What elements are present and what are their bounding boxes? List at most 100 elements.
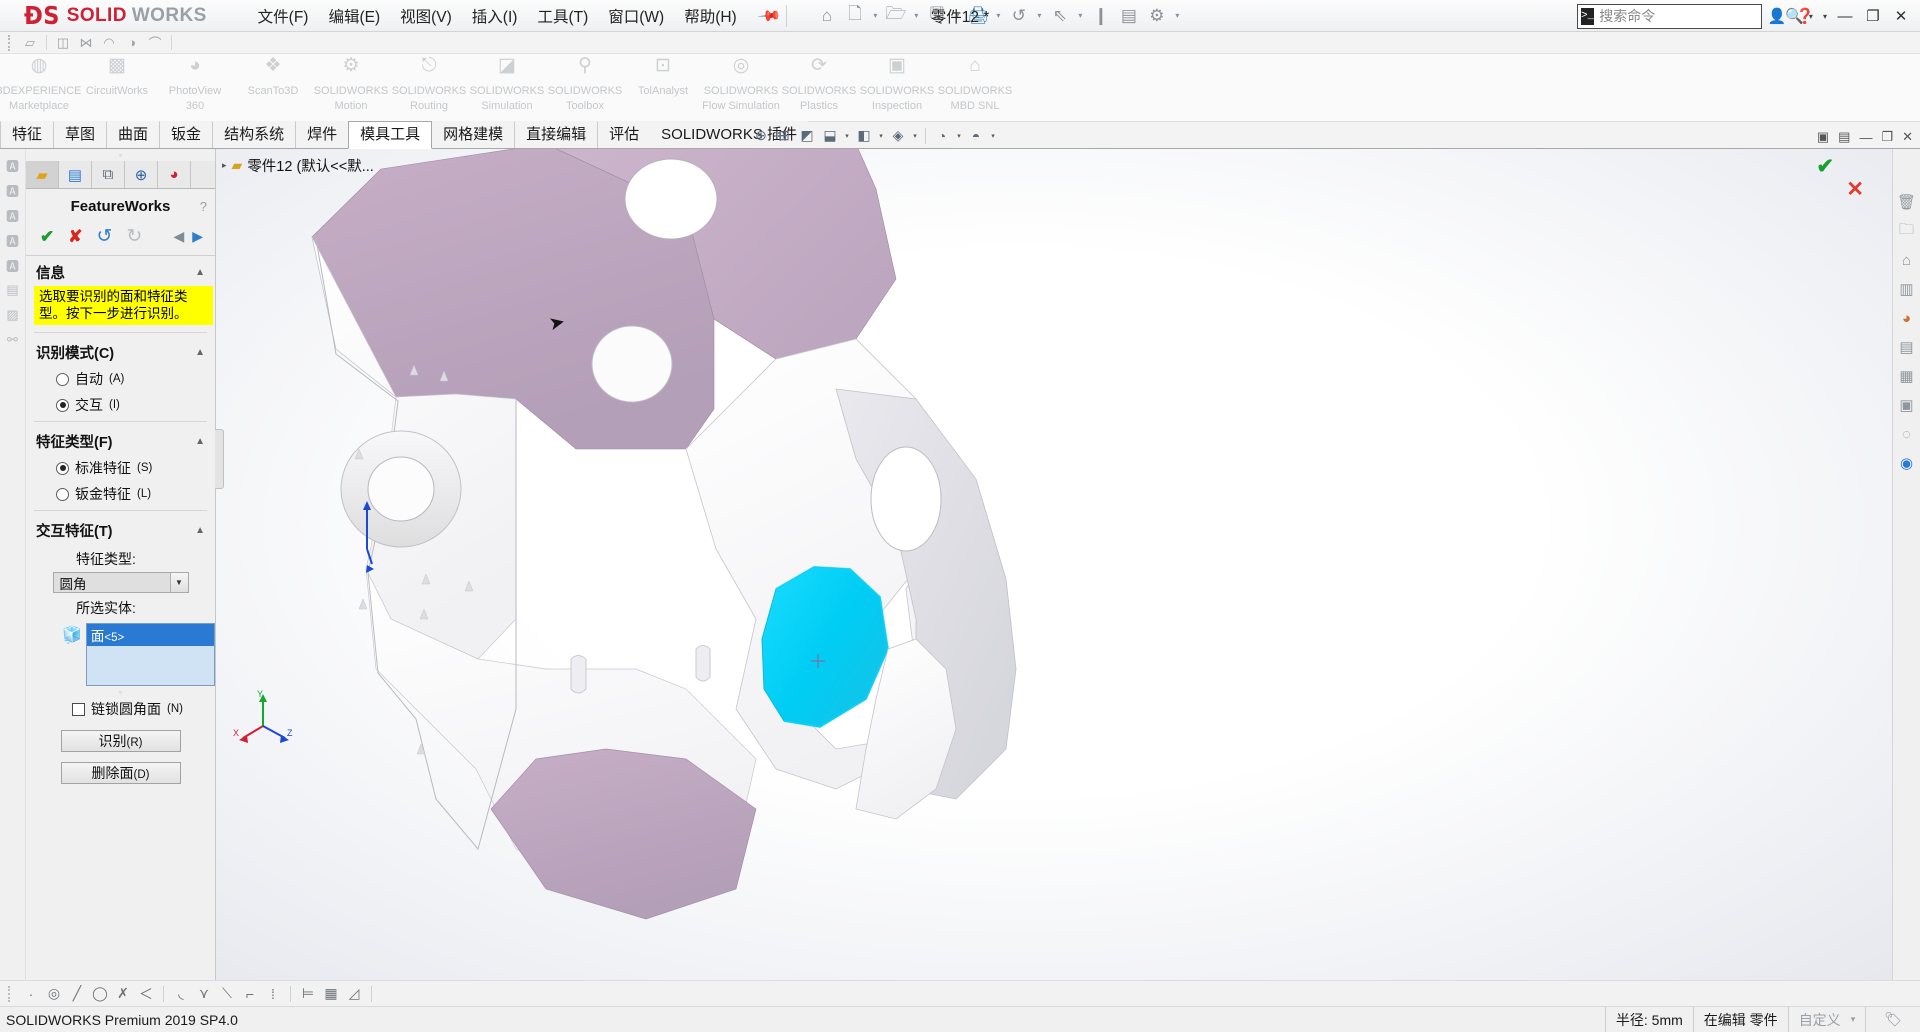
status-custom[interactable]: 自定义 ▾ — [1788, 1007, 1866, 1032]
select-arrow-icon[interactable]: ⇖ — [1046, 3, 1073, 29]
viewport-confirm-cancel[interactable]: ✕ — [1846, 177, 1864, 202]
menu-tools[interactable]: 工具(T) — [528, 1, 597, 31]
viewport-restore-icon[interactable]: ❐ — [1879, 129, 1895, 145]
display-style-caret-icon[interactable]: ▾ — [876, 132, 886, 140]
display-manager-tab[interactable]: ◕ — [158, 161, 191, 188]
file-properties-icon[interactable]: ▤ — [1115, 3, 1142, 29]
viewport-minimize-icon[interactable]: — — [1857, 130, 1874, 145]
user-account-icon[interactable]: 👤 — [1764, 3, 1790, 29]
help-question-icon[interactable]: ❓ — [1792, 3, 1818, 29]
menu-window[interactable]: 窗口(W) — [599, 1, 673, 31]
datum-feature-icon[interactable]: 🅰 — [3, 255, 23, 275]
panel-drag-handle-top[interactable]: ◦ — [26, 149, 215, 161]
addin-solidworks-inspection[interactable]: ▣ SOLIDWORKS Inspection — [858, 60, 936, 112]
lights-icon[interactable]: ▦ — [1896, 365, 1918, 387]
parting-surface-icon[interactable]: ◠ — [98, 33, 120, 52]
trim-icon[interactable]: ◿ — [343, 983, 365, 1004]
scene-icon[interactable]: ◓ — [965, 125, 987, 146]
addin-tolanalyst[interactable]: ⊡ TolAnalyst — [624, 60, 702, 100]
dimxpert-manager-tab[interactable]: ⊕ — [125, 161, 158, 188]
radio-sheetmetal-feature[interactable]: 钣金特征 (L) — [26, 481, 215, 507]
panel-drag-handle-bottom[interactable]: ◦ — [26, 686, 215, 697]
weld-symbol-icon[interactable]: 🅰 — [3, 230, 23, 250]
addin-solidworks-routing[interactable]: ⎋ SOLIDWORKS Routing — [390, 60, 468, 112]
ellipse-icon[interactable]: ◯ — [89, 983, 111, 1004]
surface-finish-icon[interactable]: 🅰 — [3, 205, 23, 225]
display-style-icon[interactable]: ◧ — [853, 125, 875, 146]
tab-features[interactable]: 特征 — [0, 121, 54, 148]
shutoff-surface-icon[interactable]: ⋈ — [75, 33, 97, 52]
new-document-caret-icon[interactable]: ▾ — [869, 11, 881, 20]
radio-interactive[interactable]: 交互 (I) — [26, 392, 215, 418]
feature-type-dropdown[interactable]: 圆角 ▼ — [53, 572, 189, 593]
selection-list[interactable]: 面<5> — [86, 623, 215, 686]
undo-button[interactable]: ↺ — [97, 225, 113, 248]
search-box[interactable]: >_ 🔍 ▾ — [1577, 4, 1762, 29]
cancel-button[interactable]: ✘ — [68, 227, 82, 247]
addin-solidworks-mbd-snl[interactable]: ⌂ SOLIDWORKS MBD SNL — [936, 60, 1014, 112]
menu-file[interactable]: 文件(F) — [249, 1, 318, 31]
configuration-manager-tab[interactable]: ⧉ — [92, 161, 125, 188]
open-caret-icon[interactable]: ▾ — [910, 11, 922, 20]
tab-evaluate[interactable]: 评估 — [597, 121, 651, 148]
addin-solidworks-flow-simulation[interactable]: ◎ SOLIDWORKS Flow Simulation — [702, 60, 780, 112]
cameras-icon[interactable]: ▣ — [1896, 394, 1918, 416]
line-icon[interactable]: ╱ — [66, 983, 88, 1004]
radio-standard-feature[interactable]: 标准特征 (S) — [26, 455, 215, 481]
point-icon[interactable]: · — [20, 983, 42, 1004]
chamfer-icon[interactable]: ⋎ — [193, 983, 215, 1004]
minimize-button[interactable]: — — [1832, 3, 1858, 29]
part-model-3d[interactable]: Y X Z — [216, 149, 1546, 980]
zoom-area-icon[interactable]: ⊞ — [773, 125, 795, 146]
walk-through-icon[interactable]: ◌ — [1896, 423, 1918, 445]
addin-3dexperience-marketplace[interactable]: ◍ 3DEXPERIENCE Marketplace — [0, 60, 78, 112]
open-file-icon[interactable]: 🗀 — [1896, 220, 1918, 242]
list-item[interactable]: 面<5> — [87, 624, 214, 646]
menu-insert[interactable]: 插入(I) — [463, 1, 527, 31]
note-icon[interactable]: 🅰 — [3, 155, 23, 175]
appearances-icon[interactable]: ▥ — [1896, 278, 1918, 300]
home-view-icon[interactable]: ⌂ — [1896, 249, 1918, 271]
status-tag-area[interactable]: 🏷 — [1865, 1007, 1920, 1032]
hide-show-caret-icon[interactable]: ▾ — [910, 132, 920, 140]
recognition-mode-header[interactable]: 识别模式(C) ▲ — [26, 336, 215, 366]
help-caret-icon[interactable]: ▾ — [1820, 12, 1830, 21]
pm-help-icon[interactable]: ? — [200, 199, 207, 214]
feature-manager-tab[interactable]: ▰ — [26, 161, 59, 188]
back-button[interactable]: ◀ — [173, 228, 184, 245]
undo-icon[interactable]: ↺ — [1005, 3, 1032, 29]
addin-solidworks-simulation[interactable]: ◪ SOLIDWORKS Simulation — [468, 60, 546, 112]
addin-solidworks-toolbox[interactable]: ⚲ SOLIDWORKS Toolbox — [546, 60, 624, 112]
rectangle-icon[interactable]: ⌐ — [239, 983, 261, 1004]
ok-button[interactable]: ✔ — [40, 227, 54, 247]
tab-weldments[interactable]: 焊件 — [295, 121, 349, 148]
dowel-symbol-icon[interactable]: ⚯ — [3, 330, 23, 350]
addin-photoview-360[interactable]: ◕ PhotoView 360 — [156, 60, 234, 112]
tab-direct-editing[interactable]: 直接编辑 — [514, 121, 598, 148]
hide-show-items-icon[interactable]: ◈ — [887, 125, 909, 146]
options-gear-icon[interactable]: ⚙ — [1143, 3, 1170, 29]
select-caret-icon[interactable]: ▾ — [1074, 11, 1086, 20]
model-selected-fillet-face[interactable] — [762, 567, 888, 727]
close-button[interactable]: ✕ — [1888, 3, 1914, 29]
mold-cavity-icon[interactable]: ▱ — [19, 33, 41, 52]
print-icon[interactable]: 🖨 — [964, 3, 991, 29]
chevron-down-icon[interactable]: ▾ — [1851, 1014, 1856, 1025]
expander-icon[interactable]: ▸ — [222, 160, 227, 171]
toolbar-grip[interactable] — [8, 35, 14, 51]
decals-icon[interactable]: ▤ — [1896, 336, 1918, 358]
tag-icon[interactable]: 🏷 — [1876, 1011, 1910, 1028]
panel-collapse-handle[interactable] — [215, 429, 224, 489]
chevron-up-icon[interactable]: ▲ — [195, 347, 205, 358]
new-document-icon[interactable]: 🗋 — [841, 3, 868, 29]
balloon-icon[interactable]: 🅰 — [3, 180, 23, 200]
offset-icon[interactable]: ⟍ — [216, 983, 238, 1004]
chevron-up-icon[interactable]: ▲ — [195, 525, 205, 536]
spline-icon[interactable]: ✗ — [112, 983, 134, 1004]
undo-caret-icon[interactable]: ▾ — [1033, 11, 1045, 20]
custom-appearance-icon[interactable]: ◉ — [1896, 452, 1918, 474]
zoom-to-fit-icon[interactable]: ⊕ — [750, 125, 772, 146]
delete-face-button[interactable]: 删除面(D) — [61, 762, 181, 784]
feature-tree-root[interactable]: ▸ ▰ 零件12 (默认<<默... — [222, 155, 374, 176]
feature-type-header[interactable]: 特征类型(F) ▲ — [26, 425, 215, 455]
